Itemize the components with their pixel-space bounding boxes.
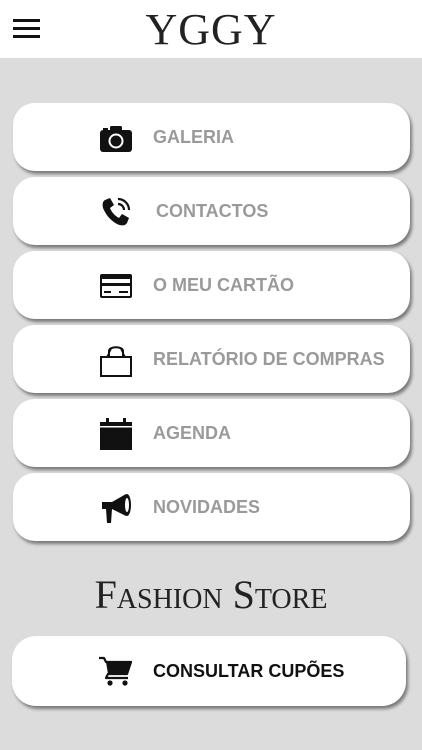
menu-item-cartao[interactable]: O MEU CARTÃO [13,251,410,319]
camera-icon [100,126,132,152]
app-logo: YGGY [145,5,277,54]
fashion-store-logo: Fashion Store [94,572,328,617]
menu-item-agenda[interactable]: AGENDA [13,399,410,467]
megaphone-icon [102,494,131,523]
main-menu: GALERIA CONTACTOS O MEU CARTÃO RELATÓRIO… [13,103,410,547]
shopping-bag-icon [100,346,132,377]
consultar-cupoes-button[interactable]: CONSULTAR CUPÕES [12,636,406,706]
menu-item-novidades[interactable]: NOVIDADES [13,473,410,541]
menu-item-label: CONTACTOS [156,201,269,221]
menu-item-label: RELATÓRIO DE COMPRAS [153,349,385,369]
menu-item-galeria[interactable]: GALERIA [13,103,410,171]
consultar-cupoes-label: CONSULTAR CUPÕES [153,661,345,681]
credit-card-icon [100,274,132,298]
phone-icon [102,197,131,226]
top-bar: YGGY [0,0,422,58]
menu-item-label: AGENDA [153,423,232,443]
calendar-icon [100,418,132,450]
cart-icon [99,656,132,686]
menu-item-label: NOVIDADES [153,497,261,517]
menu-item-label: O MEU CARTÃO [153,275,294,295]
menu-item-contactos[interactable]: CONTACTOS [13,177,410,245]
menu-item-label: GALERIA [153,127,234,147]
menu-item-relatorio[interactable]: RELATÓRIO DE COMPRAS [13,325,410,393]
